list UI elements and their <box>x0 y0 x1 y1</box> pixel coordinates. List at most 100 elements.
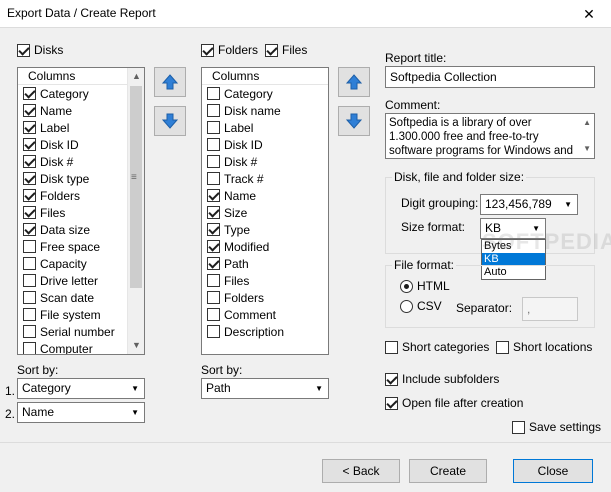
disk-sort2-select[interactable]: Name ▼ <box>17 402 145 423</box>
disk-column-item[interactable]: Category <box>18 85 144 102</box>
file-column-item[interactable]: Track # <box>202 170 328 187</box>
create-button[interactable]: Create <box>409 459 487 483</box>
checkbox-checked-icon[interactable] <box>23 172 36 185</box>
disk-columns-scrollbar[interactable]: ▲ ≡ ▼ <box>127 68 144 354</box>
disk-sort1-select[interactable]: Category ▼ <box>17 378 145 399</box>
checkbox-icon[interactable] <box>23 325 36 338</box>
checkbox-icon[interactable] <box>207 155 220 168</box>
checkbox-icon[interactable] <box>23 291 36 304</box>
file-sort-select[interactable]: Path ▼ <box>201 378 329 399</box>
digit-grouping-select[interactable]: 123,456,789 ▼ <box>480 194 578 215</box>
file-column-item[interactable]: Name <box>202 187 328 204</box>
checkbox-icon[interactable] <box>207 104 220 117</box>
file-column-item[interactable]: Comment <box>202 306 328 323</box>
checkbox-icon[interactable] <box>207 121 220 134</box>
back-button[interactable]: < Back <box>322 459 400 483</box>
short-locations-checkbox[interactable]: Short locations <box>496 339 592 355</box>
checkbox-icon[interactable] <box>207 87 220 100</box>
disk-column-item[interactable]: Computer <box>18 340 144 354</box>
arrow-up-icon <box>162 74 178 90</box>
disk-column-item[interactable]: Data size <box>18 221 144 238</box>
checkbox-icon[interactable] <box>207 138 220 151</box>
file-column-item[interactable]: Disk name <box>202 102 328 119</box>
disk-column-item[interactable]: Folders <box>18 187 144 204</box>
scroll-down-icon[interactable]: ▼ <box>583 142 591 156</box>
checkbox-icon[interactable] <box>23 274 36 287</box>
scroll-down-icon[interactable]: ▼ <box>128 337 144 354</box>
comment-textarea[interactable]: Softpedia is a library of over 1.300.000… <box>385 113 595 159</box>
folders-checkbox[interactable]: Folders <box>201 42 258 58</box>
checkbox-checked-icon[interactable] <box>23 206 36 219</box>
file-column-item[interactable]: Size <box>202 204 328 221</box>
separator-input[interactable]: , <box>522 297 578 321</box>
file-column-item[interactable]: Category <box>202 85 328 102</box>
file-column-item[interactable]: Files <box>202 272 328 289</box>
checkbox-checked-icon[interactable] <box>23 223 36 236</box>
disk-move-down-button[interactable] <box>154 106 186 136</box>
file-move-up-button[interactable] <box>338 67 370 97</box>
checkbox-icon[interactable] <box>207 274 220 287</box>
scroll-up-icon[interactable]: ▲ <box>128 68 144 85</box>
checkbox-checked-icon[interactable] <box>207 257 220 270</box>
checkbox-checked-icon[interactable] <box>23 155 36 168</box>
checkbox-checked-icon[interactable] <box>207 189 220 202</box>
file-move-down-button[interactable] <box>338 106 370 136</box>
file-column-item[interactable]: Label <box>202 119 328 136</box>
file-columns-list[interactable]: Columns Category Disk name Label Disk ID Dis… <box>201 67 329 355</box>
checkbox-icon[interactable] <box>23 257 36 270</box>
file-column-item[interactable]: Path <box>202 255 328 272</box>
file-column-item[interactable]: Type <box>202 221 328 238</box>
include-subfolders-checkbox[interactable]: Include subfolders <box>385 371 499 387</box>
disk-column-item[interactable]: Drive letter <box>18 272 144 289</box>
close-window-icon[interactable]: ✕ <box>567 0 611 28</box>
report-title-input[interactable]: Softpedia Collection <box>385 66 595 88</box>
disk-column-item[interactable]: Label <box>18 119 144 136</box>
disk-move-up-button[interactable] <box>154 67 186 97</box>
disk-column-item[interactable]: Disk type <box>18 170 144 187</box>
disk-column-item[interactable]: Serial number <box>18 323 144 340</box>
save-settings-checkbox[interactable]: Save settings <box>512 419 601 435</box>
checkbox-checked-icon[interactable] <box>23 138 36 151</box>
checkbox-checked-icon[interactable] <box>23 189 36 202</box>
checkbox-checked-icon[interactable] <box>23 121 36 134</box>
disk-column-item[interactable]: Disk # <box>18 153 144 170</box>
sort1-index: 1. <box>5 384 16 398</box>
checkbox-icon[interactable] <box>207 172 220 185</box>
file-column-item[interactable]: Folders <box>202 289 328 306</box>
checkbox-checked-icon[interactable] <box>23 87 36 100</box>
disk-column-item[interactable]: Capacity <box>18 255 144 272</box>
checkbox-icon[interactable] <box>23 342 36 354</box>
file-column-item[interactable]: Modified <box>202 238 328 255</box>
files-checkbox[interactable]: Files <box>265 42 307 58</box>
checkbox-icon[interactable] <box>207 291 220 304</box>
html-radio[interactable]: HTML <box>400 279 450 293</box>
file-column-item[interactable]: Disk # <box>202 153 328 170</box>
digit-grouping-value: 123,456,789 <box>485 197 552 211</box>
checkbox-checked-icon[interactable] <box>23 104 36 117</box>
disk-column-item[interactable]: Scan date <box>18 289 144 306</box>
checkbox-checked-icon[interactable] <box>207 223 220 236</box>
disk-column-item[interactable]: Disk ID <box>18 136 144 153</box>
checkbox-checked-icon[interactable] <box>207 240 220 253</box>
checkbox-icon[interactable] <box>207 325 220 338</box>
disks-checkbox[interactable]: Disks <box>17 42 63 58</box>
close-button[interactable]: Close <box>513 459 593 483</box>
file-column-item[interactable]: Disk ID <box>202 136 328 153</box>
checkbox-icon[interactable] <box>207 308 220 321</box>
scroll-up-icon[interactable]: ▲ <box>583 116 591 130</box>
checkbox-icon[interactable] <box>23 240 36 253</box>
file-column-label: Size <box>224 205 248 220</box>
checkbox-checked-icon[interactable] <box>207 206 220 219</box>
disk-column-item[interactable]: File system <box>18 306 144 323</box>
disk-column-item[interactable]: Name <box>18 102 144 119</box>
file-column-item[interactable]: Description <box>202 323 328 340</box>
disk-columns-list[interactable]: Columns Category Name Label Disk ID Disk # Di… <box>17 67 145 355</box>
csv-radio[interactable]: CSV <box>400 299 442 313</box>
checkbox-icon[interactable] <box>23 308 36 321</box>
disk-column-item[interactable]: Free space <box>18 238 144 255</box>
disk-column-item[interactable]: Files <box>18 204 144 221</box>
file-column-label: Label <box>224 120 254 135</box>
short-categories-checkbox[interactable]: Short categories <box>385 339 489 355</box>
open-file-checkbox[interactable]: Open file after creation <box>385 395 523 411</box>
scroll-thumb[interactable] <box>130 86 142 288</box>
